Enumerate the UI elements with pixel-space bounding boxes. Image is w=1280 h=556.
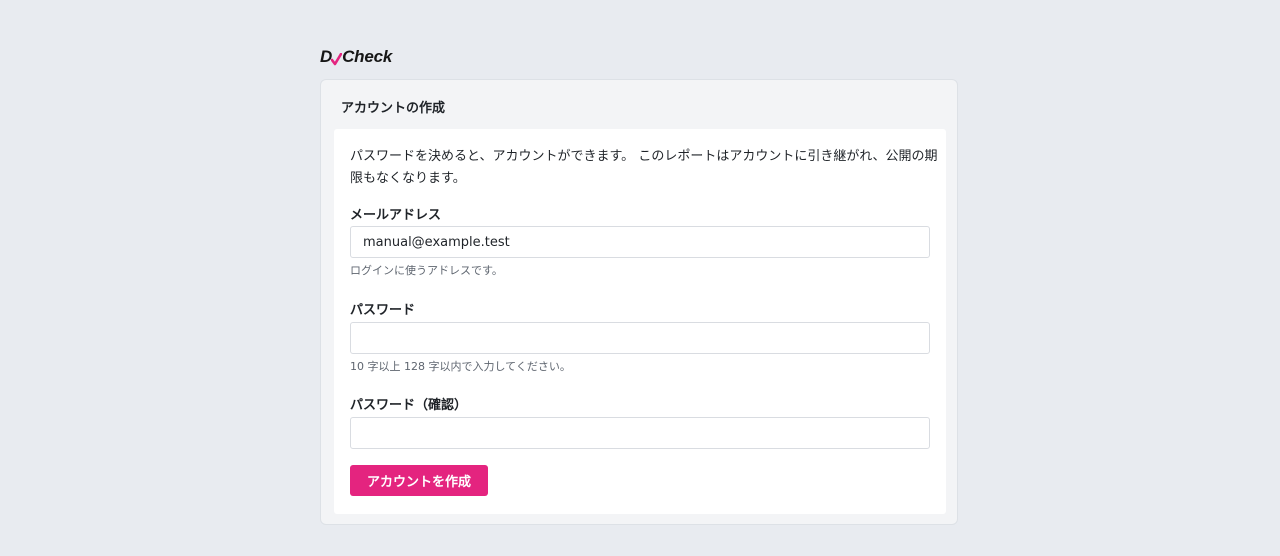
card-title: アカウントの作成 xyxy=(341,101,446,116)
password-confirm-field[interactable] xyxy=(350,417,930,449)
brand-logo-suffix: Check xyxy=(342,47,393,66)
brand-logo: D Check xyxy=(320,47,392,67)
create-account-card: アカウントの作成 パスワードを決めると、アカウントができます。 このレポートはア… xyxy=(320,79,958,525)
check-mark-icon xyxy=(330,51,343,65)
email-field[interactable] xyxy=(350,226,930,258)
create-account-form: パスワードを決めると、アカウントができます。 このレポートはアカウントに引き継が… xyxy=(334,129,946,514)
email-hint: ログインに使うアドレスです。 xyxy=(350,264,503,277)
password-confirm-label: パスワード（確認） xyxy=(350,398,468,413)
password-hint: 10 字以上 128 字以内で入力してください。 xyxy=(350,360,571,373)
intro-text: パスワードを決めると、アカウントができます。 このレポートはアカウントに引き継が… xyxy=(350,149,938,186)
password-field[interactable] xyxy=(350,322,930,354)
email-label: メールアドレス xyxy=(350,208,442,223)
create-account-button[interactable]: アカウントを作成 xyxy=(350,465,488,496)
password-label: パスワード xyxy=(350,303,416,318)
